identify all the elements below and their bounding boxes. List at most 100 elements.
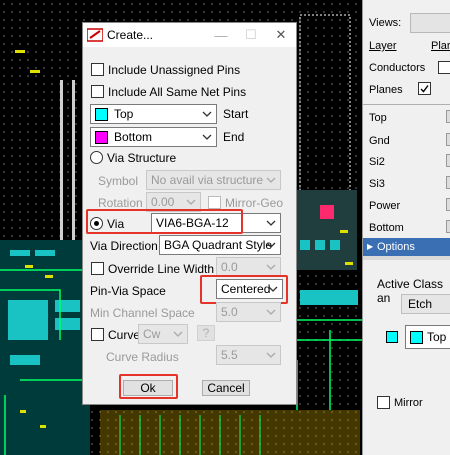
ok-highlight (119, 374, 178, 399)
curve-label: Curve (108, 327, 141, 342)
override-line-width-row[interactable]: Override Line Width (91, 261, 214, 276)
min-channel-select[interactable]: 5.0 (216, 302, 281, 322)
end-layer-value: Bottom (114, 130, 153, 144)
top-color-swatch (95, 107, 108, 121)
help-button[interactable]: ? (197, 325, 215, 341)
override-line-width-label: Override Line Width (108, 261, 215, 276)
dialog-titlebar: Create... — ☐ ✕ (83, 23, 296, 47)
maximize-icon[interactable]: ☐ (236, 27, 266, 43)
layer-si3[interactable]: Si3 (369, 178, 385, 190)
min-channel-value: 5.0 (221, 305, 238, 319)
start-layer-select[interactable]: Top (90, 104, 217, 124)
rotation-value: 0.00 (151, 195, 175, 209)
layer-top-toggle[interactable] (446, 110, 450, 123)
app-icon (87, 28, 103, 42)
chevron-down-icon (266, 352, 276, 358)
symbol-label: Symbol (98, 174, 139, 188)
chevron-down-icon (266, 264, 276, 270)
pin-via-space-label: Pin-Via Space (90, 284, 166, 298)
mirror-geo-checkbox[interactable] (208, 196, 221, 210)
options-separator (363, 256, 450, 260)
min-channel-label: Min Channel Space (90, 306, 195, 320)
chevron-down-icon (266, 220, 276, 226)
layer-power-toggle[interactable] (446, 198, 450, 211)
mirror-checkbox[interactable] (377, 396, 390, 409)
start-label: Start (223, 107, 249, 121)
close-icon[interactable]: ✕ (266, 27, 296, 43)
bottom-color-swatch (95, 130, 108, 144)
layer-gnd-toggle[interactable] (446, 133, 450, 146)
chevron-down-icon (266, 309, 276, 315)
options-arrow-icon: ▶ (367, 242, 374, 251)
layer-si2[interactable]: Si2 (369, 156, 385, 168)
via-structure-radio[interactable] (90, 151, 103, 165)
include-unassigned-label: Include Unassigned Pins (108, 62, 241, 77)
right-panel: Views: Layer Plar Conductors Planes Top … (362, 0, 450, 455)
override-line-width-checkbox[interactable] (91, 262, 104, 276)
views-select[interactable] (410, 13, 450, 33)
curve-checkbox[interactable] (91, 328, 104, 342)
mirror-label: Mirror (394, 397, 423, 409)
override-value: 0.0 (221, 260, 238, 274)
top-color-swatch (410, 330, 423, 344)
checkmark-icon (420, 85, 429, 93)
curve-value: Cw (143, 327, 161, 341)
via-structure-label: Via Structure (107, 150, 177, 165)
pin-via-space-highlight (200, 275, 288, 304)
mirror-geo-label: Mirror-Geo (225, 195, 284, 210)
chevron-down-icon (173, 331, 183, 337)
start-layer-value: Top (114, 107, 134, 121)
include-same-net-row[interactable]: Include All Same Net Pins (91, 84, 246, 99)
include-same-net-label: Include All Same Net Pins (108, 84, 247, 99)
chevron-down-icon (266, 177, 276, 183)
end-layer-select[interactable]: Bottom (90, 127, 217, 147)
chevron-down-icon (202, 134, 212, 140)
via-direction-select[interactable]: BGA Quadrant Style (159, 235, 281, 255)
planes-checkbox[interactable] (418, 82, 431, 95)
active-class-value: Etch (408, 297, 433, 311)
layer-top[interactable]: Top (369, 112, 387, 124)
subclass-select[interactable]: Top (405, 325, 450, 349)
views-label: Views: (369, 17, 402, 29)
mirror-geo-row[interactable]: Mirror-Geo (208, 195, 283, 210)
chevron-down-icon (266, 242, 276, 248)
dialog-title: Create... (107, 28, 154, 42)
include-unassigned-row[interactable]: Include Unassigned Pins (91, 62, 240, 77)
layer-power[interactable]: Power (369, 200, 400, 212)
rotation-label: Rotation (98, 196, 143, 210)
curve-radius-select[interactable]: 5.5 (216, 345, 281, 365)
options-header[interactable]: ▶ Options (363, 238, 450, 256)
curve-radius-value: 5.5 (221, 348, 238, 362)
layer-si2-toggle[interactable] (446, 154, 450, 167)
layer-bottom[interactable]: Bottom (369, 222, 404, 234)
subclass-value: Top (427, 330, 447, 344)
override-line-width-select[interactable]: 0.0 (216, 257, 281, 277)
symbol-select[interactable]: No avail via structure (146, 170, 281, 190)
curve-select[interactable]: Cw (138, 324, 188, 344)
end-label: End (223, 130, 245, 144)
planes-label: Planes (369, 84, 403, 96)
conductors-label: Conductors (369, 62, 426, 74)
via-structure-row[interactable]: Via Structure (90, 150, 176, 165)
conductors-checkbox[interactable] (438, 61, 450, 74)
create-dialog: Create... — ☐ ✕ Include Unassigned Pins … (82, 22, 297, 405)
divider (363, 104, 450, 105)
active-class-select[interactable]: Etch (401, 294, 450, 314)
via-direction-value: BGA Quadrant Style (164, 238, 273, 252)
chevron-down-icon (202, 111, 212, 117)
layer-gnd[interactable]: Gnd (369, 135, 390, 147)
subclass-color-swatch (386, 331, 398, 343)
curve-radius-label: Curve Radius (106, 350, 179, 364)
via-direction-label: Via Direction (90, 239, 158, 253)
layer-column-header[interactable]: Layer (369, 40, 397, 52)
curve-row[interactable]: Curve (91, 327, 140, 342)
include-unassigned-checkbox[interactable] (91, 63, 104, 77)
symbol-value: No avail via structure (151, 173, 264, 187)
include-same-net-checkbox[interactable] (91, 85, 104, 99)
cancel-button[interactable]: Cancel (202, 380, 250, 396)
chevron-down-icon (186, 199, 196, 205)
plan-column-header[interactable]: Plar (431, 40, 450, 52)
layer-si3-toggle[interactable] (446, 176, 450, 189)
layer-bottom-toggle[interactable] (446, 220, 450, 233)
minimize-icon[interactable]: — (206, 28, 236, 43)
